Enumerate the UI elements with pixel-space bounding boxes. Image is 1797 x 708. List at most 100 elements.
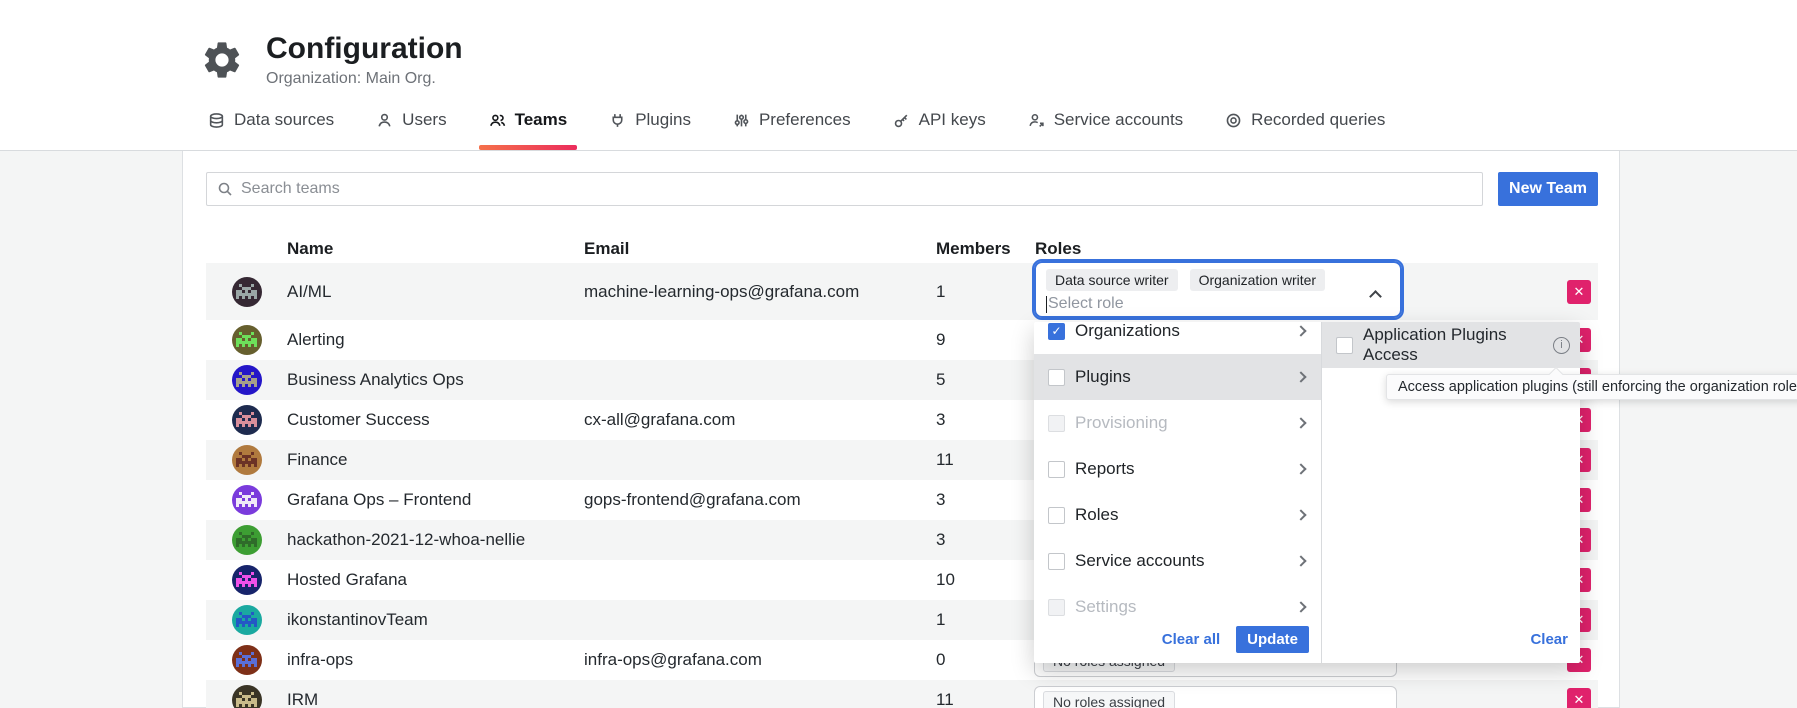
role-picker-focused[interactable]: Data source writer Organization writer S… [1034, 261, 1402, 318]
team-members: 3 [936, 410, 1035, 430]
checkbox[interactable] [1048, 507, 1065, 524]
delete-team-button[interactable]: ✕ [1567, 688, 1591, 708]
role-group-item[interactable]: Settings [1034, 584, 1321, 616]
checkbox[interactable]: ✓ [1048, 323, 1065, 340]
team-name: AI/ML [287, 282, 584, 302]
team-name: Finance [287, 450, 584, 470]
chevron-right-icon [1295, 555, 1306, 566]
team-name: infra-ops [287, 650, 584, 670]
tab-preferences[interactable]: Preferences [727, 106, 857, 150]
column-header-email: Email [584, 239, 936, 259]
close-icon: ✕ [1574, 692, 1585, 707]
team-name: Hosted Grafana [287, 570, 584, 590]
avatar [232, 565, 262, 595]
checkbox[interactable] [1048, 599, 1065, 616]
gear-icon [200, 38, 244, 82]
selected-role-tag: Organization writer [1190, 269, 1326, 291]
role-group-item[interactable]: ✓Organizations [1034, 322, 1321, 354]
team-email: infra-ops@grafana.com [584, 650, 936, 670]
team-members: 1 [936, 610, 1035, 630]
selected-role-tag: Data source writer [1046, 269, 1178, 291]
role-group-label: Plugins [1075, 367, 1131, 387]
service-account-icon [1028, 112, 1045, 129]
team-members: 11 [936, 690, 1035, 708]
tab-api-keys[interactable]: API keys [887, 106, 992, 150]
checkbox[interactable] [1048, 369, 1065, 386]
no-roles-tag: No roles assigned [1043, 691, 1175, 708]
chevron-right-icon [1295, 601, 1306, 612]
checkbox[interactable] [1048, 415, 1065, 432]
team-members: 9 [936, 330, 1035, 350]
role-group-item[interactable]: Reports [1034, 446, 1321, 492]
role-group-label: Reports [1075, 459, 1135, 479]
database-icon [208, 112, 225, 129]
column-header-roles: Roles [1035, 239, 1567, 259]
role-group-item[interactable]: Plugins [1034, 354, 1321, 400]
tab-recorded-queries[interactable]: Recorded queries [1219, 106, 1391, 150]
tabbar: Data sources Users Teams Plugins Prefere… [202, 106, 1391, 150]
user-icon [376, 112, 393, 129]
page-title: Configuration [266, 32, 463, 66]
close-icon: ✕ [1574, 284, 1585, 299]
search-input[interactable] [241, 180, 1472, 198]
chevron-right-icon [1295, 325, 1306, 336]
key-icon [893, 112, 910, 129]
page-subtitle: Organization: Main Org. [266, 70, 463, 88]
column-header-members: Members [936, 239, 1035, 259]
team-name: Alerting [287, 330, 584, 350]
role-submenu-item[interactable]: Application Plugins Access i [1322, 322, 1580, 368]
users-icon [489, 112, 506, 129]
role-picker-irm[interactable]: No roles assigned [1034, 686, 1397, 708]
plug-icon [609, 112, 626, 129]
tab-plugins[interactable]: Plugins [603, 106, 697, 150]
page-header-bar: Configuration Organization: Main Org. Da… [0, 0, 1797, 151]
tooltip-text: Access application plugins (still enforc… [1398, 379, 1797, 395]
chevron-right-icon [1295, 509, 1306, 520]
team-members: 11 [936, 450, 1035, 470]
role-picker-placeholder: Select role [1048, 295, 1124, 313]
active-tab-underline [479, 145, 578, 150]
team-name: ikonstantinovTeam [287, 610, 584, 630]
role-group-item[interactable]: Provisioning [1034, 400, 1321, 446]
role-group-column: ✓Organizations Plugins Provisioning Reports… [1034, 322, 1322, 663]
clear-all-button[interactable]: Clear all [1162, 631, 1220, 648]
delete-team-button[interactable]: ✕ [1567, 280, 1591, 304]
checkbox[interactable] [1048, 553, 1065, 570]
clear-button[interactable]: Clear [1530, 631, 1568, 648]
text-caret [1046, 296, 1047, 313]
team-name: hackathon-2021-12-whoa-nellie [287, 530, 584, 550]
avatar [232, 445, 262, 475]
chevron-right-icon [1295, 371, 1306, 382]
toolbar: New Team [206, 172, 1598, 206]
avatar [232, 405, 262, 435]
sliders-icon [733, 112, 750, 129]
team-members: 10 [936, 570, 1035, 590]
record-icon [1225, 112, 1242, 129]
team-members: 0 [936, 650, 1035, 670]
tab-users[interactable]: Users [370, 106, 452, 150]
configuration-page: Configuration Organization: Main Org. Da… [0, 0, 1797, 708]
page-header: Configuration Organization: Main Org. [200, 32, 463, 88]
avatar [232, 485, 262, 515]
avatar [232, 325, 262, 355]
role-menu-footer: Clear all Update [1034, 616, 1321, 663]
team-members: 3 [936, 490, 1035, 510]
search-box[interactable] [206, 172, 1483, 206]
tab-service-accounts[interactable]: Service accounts [1022, 106, 1189, 150]
avatar [232, 277, 262, 307]
new-team-button[interactable]: New Team [1498, 172, 1598, 206]
role-group-item[interactable]: Roles [1034, 492, 1321, 538]
info-icon[interactable]: i [1553, 337, 1570, 354]
role-group-list: ✓Organizations Plugins Provisioning Reports… [1034, 322, 1321, 616]
role-group-item[interactable]: Service accounts [1034, 538, 1321, 584]
checkbox[interactable] [1336, 337, 1353, 354]
tab-teams[interactable]: Teams [483, 106, 574, 150]
checkbox[interactable] [1048, 461, 1065, 478]
tab-data-sources[interactable]: Data sources [202, 106, 340, 150]
role-group-label: Provisioning [1075, 413, 1168, 433]
team-name: Business Analytics Ops [287, 370, 584, 390]
team-email: gops-frontend@grafana.com [584, 490, 936, 510]
avatar [232, 685, 262, 708]
team-name: Grafana Ops – Frontend [287, 490, 584, 510]
update-button[interactable]: Update [1236, 626, 1309, 653]
